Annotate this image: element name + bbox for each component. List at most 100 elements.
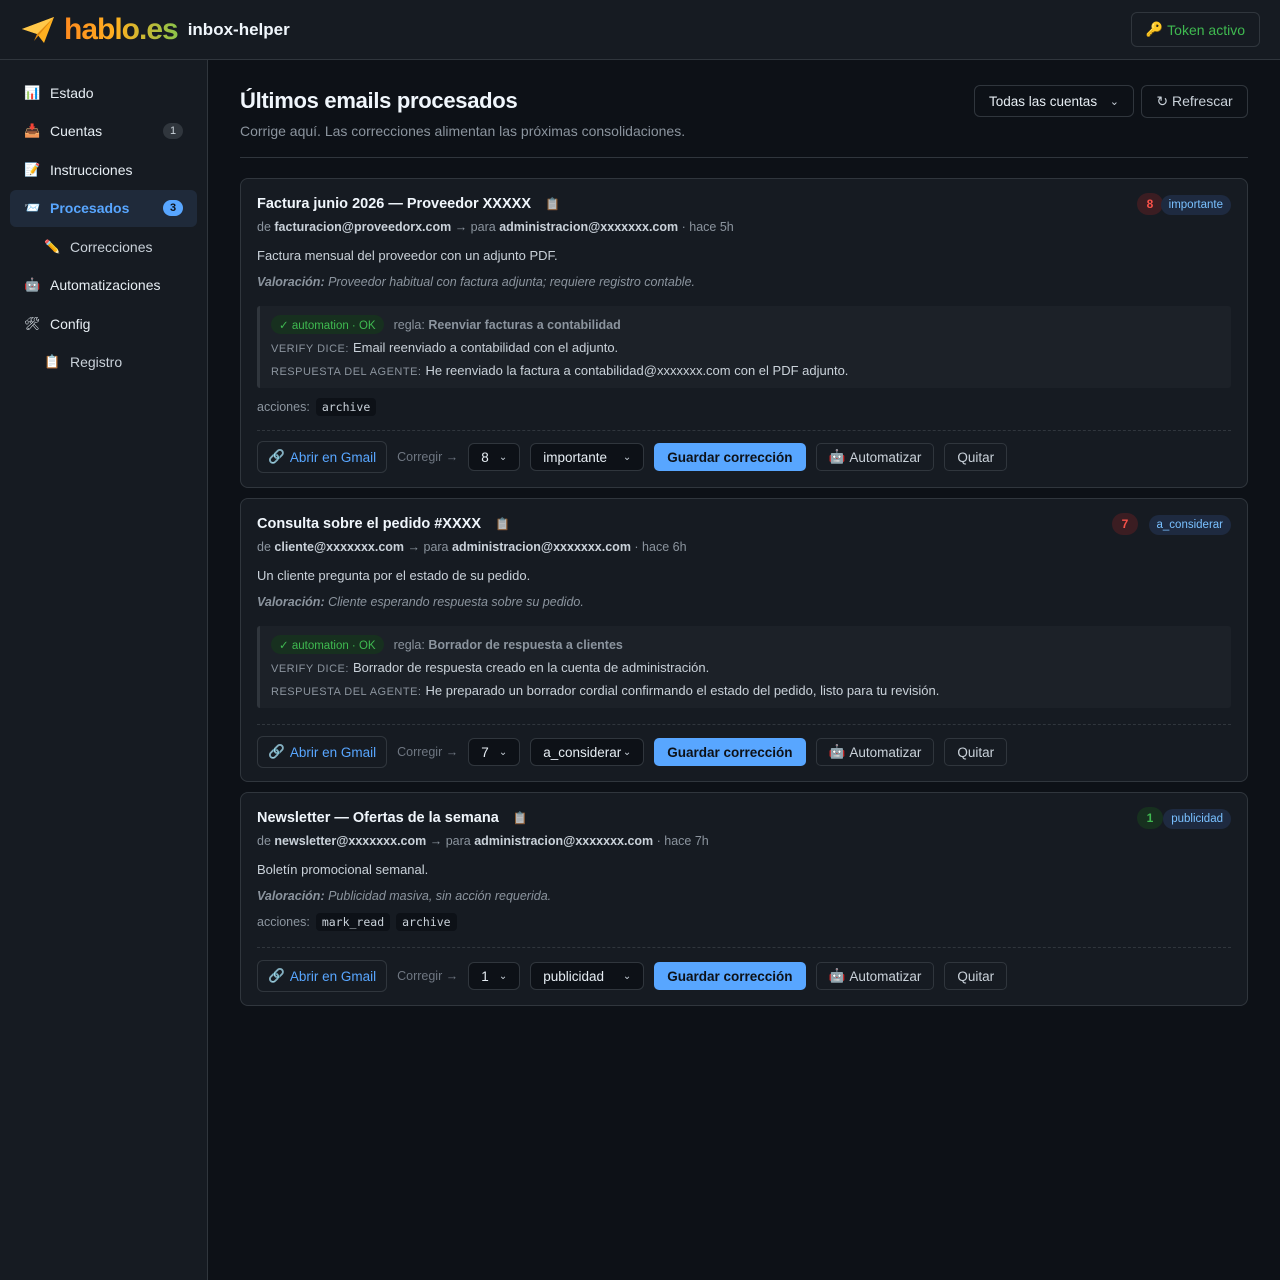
- valoracion-text: Proveedor habitual con factura adjunta; …: [328, 275, 695, 289]
- sender-address: cliente@xxxxxxx.com: [274, 540, 405, 554]
- sidebar-item-config[interactable]: 🛠 Config: [10, 305, 197, 342]
- refresh-button[interactable]: ↻ Refrescar: [1141, 85, 1248, 118]
- category-select-value: publicidad: [543, 968, 605, 984]
- automate-button[interactable]: 🤖 Automatizar: [815, 962, 935, 990]
- account-filter-select[interactable]: Todas las cuentas ⌄: [974, 85, 1134, 117]
- sidebar-item-procesados[interactable]: 📨 Procesados 3: [10, 189, 197, 227]
- agent-response-line: Respuesta del agente: He preparado un bor…: [271, 683, 939, 698]
- logo[interactable]: hablo.es: [20, 13, 179, 47]
- robot-icon: 🤖: [828, 968, 846, 983]
- automate-label: Automatizar: [849, 968, 922, 984]
- save-correction-button[interactable]: Guardar corrección: [654, 738, 806, 766]
- main-content: Últimos emails procesados Corrige aquí. …: [240, 60, 1248, 1006]
- email-card: Consulta sobre el pedido #XXXX 📋 7 a_consid…: [240, 498, 1248, 782]
- chevron-down-icon: ⌄: [498, 970, 508, 982]
- automation-rule-row: ✓ automation · OK regla: Reenviar factura…: [271, 315, 621, 334]
- remove-button[interactable]: Quitar: [944, 738, 1008, 766]
- email-meta: de cliente@xxxxxxx.com → para administra…: [257, 540, 687, 554]
- score-select-value: 8: [481, 449, 489, 465]
- score-select[interactable]: 8 ⌄: [468, 443, 521, 471]
- valoracion-text: Publicidad masiva, sin acción requerida.: [328, 889, 552, 903]
- clipboard-icon[interactable]: 📋: [513, 811, 528, 825]
- email-subject: Newsletter — Ofertas de la semana 📋: [257, 810, 528, 826]
- automate-button[interactable]: 🤖 Automatizar: [815, 738, 935, 766]
- score-badge: 7: [1112, 513, 1138, 535]
- category-select[interactable]: a_considerar ⌄: [530, 738, 645, 766]
- valoracion: Valoración: Cliente esperando respuesta …: [257, 595, 584, 609]
- memo-icon: 📝: [24, 161, 41, 177]
- email-time: · hace 5h: [681, 220, 734, 234]
- sidebar-item-correcciones[interactable]: ✏️ Correcciones: [10, 228, 197, 265]
- email-subject-text: Newsletter — Ofertas de la semana: [257, 810, 499, 826]
- verify-line: Verify dice: Email reenviado a contabilid…: [271, 340, 618, 355]
- agent-response-text: He reenviado la factura a contabilidad@x…: [425, 363, 849, 378]
- card-actions: 🔗 Abrir en Gmail Corregir → 7 ⌄ a_considerar ⌄…: [257, 736, 1008, 768]
- remove-button[interactable]: Quitar: [944, 962, 1008, 990]
- sidebar-item-label: Config: [50, 315, 91, 332]
- remove-button[interactable]: Quitar: [944, 443, 1008, 471]
- sidebar-item-automatizaciones[interactable]: 🤖 Automatizaciones: [10, 267, 197, 304]
- category-select[interactable]: importante ⌄: [530, 443, 645, 471]
- open-gmail-button[interactable]: 🔗 Abrir en Gmail: [257, 736, 388, 768]
- open-gmail-label: Abrir en Gmail: [289, 744, 377, 760]
- save-correction-button[interactable]: Guardar corrección: [654, 443, 806, 471]
- valoracion: Valoración: Publicidad masiva, sin acció…: [257, 889, 551, 903]
- verify-text: Email reenviado a contabilidad con el ad…: [352, 340, 619, 355]
- email-subject: Factura junio 2026 — Proveedor XXXXX 📋: [257, 196, 560, 212]
- clipboard-icon[interactable]: 📋: [495, 517, 510, 531]
- email-meta: de facturacion@proveedorx.com → para adm…: [257, 220, 734, 234]
- verify-line: Verify dice: Borrador de respuesta creado…: [271, 660, 709, 675]
- key-icon: 🔑: [1145, 21, 1164, 37]
- category-select-value: importante: [543, 449, 608, 465]
- corregir-label: Corregir →: [397, 450, 459, 464]
- automate-button[interactable]: 🤖 Automatizar: [815, 443, 935, 471]
- token-status-button[interactable]: 🔑 Token activo: [1130, 12, 1260, 47]
- automation-result: ✓ automation · OK regla: Borrador de resp…: [257, 626, 1231, 708]
- score-select-value: 1: [481, 968, 489, 984]
- sidebar-item-estado[interactable]: 📊 Estado: [10, 74, 197, 111]
- category-select-value: a_considerar: [543, 744, 622, 760]
- email-time: · hace 6h: [634, 540, 687, 554]
- from-label: de: [257, 540, 271, 554]
- score-badge: 1: [1137, 807, 1163, 829]
- from-label: de: [257, 834, 271, 848]
- score-select[interactable]: 7 ⌄: [468, 738, 521, 766]
- to-label: → para: [429, 834, 471, 848]
- link-icon: 🔗: [268, 968, 285, 983]
- valoracion: Valoración: Proveedor habitual con factu…: [257, 275, 695, 289]
- valoracion-label: Valoración:: [257, 595, 325, 609]
- verify-text: Borrador de respuesta creado en la cuent…: [352, 660, 710, 675]
- agent-response-label: Respuesta del agente:: [271, 686, 422, 698]
- page-header: Últimos emails procesados Corrige aquí. …: [240, 60, 1248, 158]
- robot-icon: 🤖: [24, 277, 41, 292]
- valoracion-text: Cliente esperando respuesta sobre su ped…: [328, 595, 584, 609]
- clipboard-icon[interactable]: 📋: [545, 197, 560, 211]
- robot-icon: 🤖: [828, 449, 846, 464]
- automation-status-badge: ✓ automation · OK: [271, 315, 384, 334]
- email-meta: de newsletter@xxxxxxx.com → para adminis…: [257, 834, 709, 848]
- category-badge: importante: [1160, 195, 1231, 215]
- sidebar-item-cuentas[interactable]: 📥 Cuentas 1: [10, 113, 197, 150]
- rule-name: Reenviar facturas a contabilidad: [428, 317, 621, 332]
- count-badge: 1: [163, 123, 183, 139]
- sidebar-item-registro[interactable]: 📋 Registro: [10, 344, 197, 381]
- automation-result: ✓ automation · OK regla: Reenviar factura…: [257, 306, 1231, 388]
- category-select[interactable]: publicidad ⌄: [530, 962, 645, 990]
- email-subject-text: Factura junio 2026 — Proveedor XXXXX: [257, 196, 531, 212]
- action-code: mark_read: [315, 913, 391, 931]
- chevron-down-icon: ⌄: [622, 451, 632, 463]
- open-gmail-button[interactable]: 🔗 Abrir en Gmail: [257, 441, 388, 473]
- valoracion-label: Valoración:: [257, 889, 325, 903]
- sidebar-item-instrucciones[interactable]: 📝 Instrucciones: [10, 151, 197, 188]
- actions-taken: acciones: archive: [257, 398, 377, 416]
- divider: [257, 947, 1231, 948]
- save-correction-button[interactable]: Guardar corrección: [654, 962, 806, 990]
- robot-icon: 🤖: [828, 744, 846, 759]
- sidebar-item-label: Cuentas: [50, 123, 103, 139]
- sidebar: 📊 Estado 📥 Cuentas 1 📝 Instrucciones 📨 Procesado…: [0, 60, 208, 1280]
- valoracion-label: Valoración:: [257, 275, 325, 289]
- open-gmail-button[interactable]: 🔗 Abrir en Gmail: [257, 960, 388, 992]
- score-select-value: 7: [481, 744, 489, 760]
- score-select[interactable]: 1 ⌄: [468, 962, 521, 990]
- corregir-label: Corregir →: [397, 969, 459, 983]
